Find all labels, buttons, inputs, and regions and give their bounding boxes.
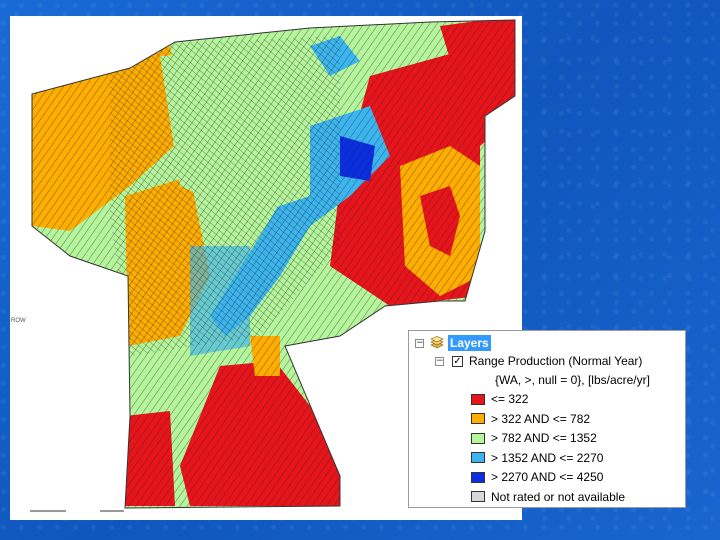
legend-class-label: > 2270 AND <= 4250 <box>491 470 604 484</box>
legend-class-row: Not rated or not available <box>471 490 625 504</box>
legend-panel: − Layers − ✓ Range Production (Normal Ye… <box>408 330 686 508</box>
collapse-icon[interactable]: − <box>415 338 424 348</box>
layer-row[interactable]: − ✓ Range Production (Normal Year) <box>435 354 642 368</box>
layer-subtitle: {WA, >, null = 0}, [lbs/acre/yr] <box>495 373 650 387</box>
legend-class-row: > 1352 AND <= 2270 <box>471 451 603 465</box>
legend-class-row: <= 322 <box>471 392 528 406</box>
legend-swatch <box>471 452 485 463</box>
layers-title[interactable]: Layers <box>448 335 491 351</box>
legend-swatch <box>471 413 485 424</box>
legend-class-row: > 2270 AND <= 4250 <box>471 470 603 484</box>
legend-class-label: > 1352 AND <= 2270 <box>491 450 604 465</box>
layers-row[interactable]: − Layers <box>415 335 491 351</box>
legend-class-label: > 322 AND <= 782 <box>491 411 591 426</box>
legend-swatch <box>471 491 485 502</box>
layer-name: Range Production (Normal Year) <box>469 354 643 368</box>
map-edge-label: ROW <box>11 318 26 324</box>
legend-class-row: > 322 AND <= 782 <box>471 412 590 426</box>
legend-swatch <box>471 432 485 444</box>
legend-swatch <box>471 471 485 483</box>
legend-swatch <box>471 393 485 405</box>
collapse-layer-icon[interactable]: − <box>435 356 444 366</box>
layers-icon <box>430 336 444 349</box>
layer-visibility-checkbox[interactable]: ✓ <box>452 355 463 367</box>
layer-subtitle-row: {WA, >, null = 0}, [lbs/acre/yr] <box>495 373 650 387</box>
legend-class-label: > 782 AND <= 1352 <box>491 431 597 445</box>
legend-class-label: <= 322 <box>491 392 529 406</box>
legend-class-label: Not rated or not available <box>491 489 626 504</box>
legend-class-row: > 782 AND <= 1352 <box>471 431 597 445</box>
